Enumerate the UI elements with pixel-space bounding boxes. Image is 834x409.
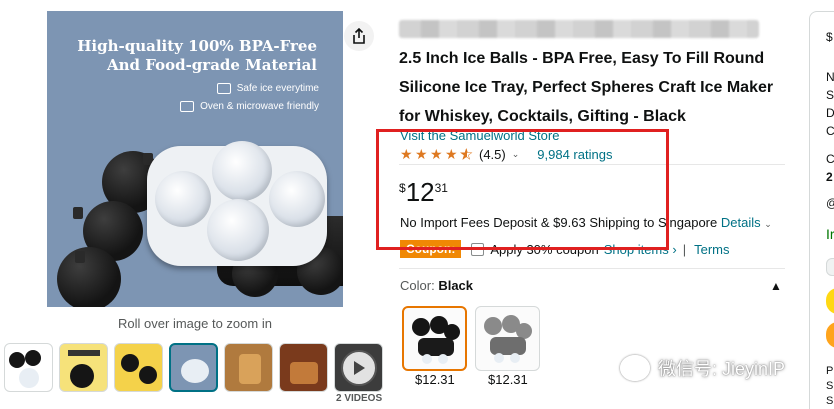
swatch-tray <box>418 338 454 356</box>
thumb-glass <box>239 354 261 384</box>
thumb-ice <box>19 368 39 388</box>
buybox-text: N <box>826 70 834 84</box>
color-value: Black <box>438 278 474 293</box>
watermark: 微信号: JieyinIP <box>620 355 785 381</box>
divider-text: | <box>682 241 687 257</box>
buybox-text: C <box>826 152 834 166</box>
thumbnail-6[interactable] <box>279 343 328 392</box>
videos-count-label: 2 VIDEOS <box>336 393 383 404</box>
color-swatch-black[interactable] <box>402 306 467 371</box>
watermark-text: 微信号: JieyinIP <box>658 359 786 379</box>
buybox-text: $ <box>826 30 833 44</box>
chevron-up-icon[interactable]: ▲ <box>770 279 782 293</box>
buybox-text: P <box>826 365 834 377</box>
thumb-ice <box>181 359 209 383</box>
play-icon <box>354 361 365 375</box>
buybox-text: S <box>826 88 834 102</box>
thumbnail-strip <box>4 343 383 392</box>
color-selector-label: Color: Black <box>400 278 473 293</box>
clear-ice-sphere <box>155 171 211 227</box>
buybox-text: D <box>826 106 834 120</box>
hero-feature-safe: Safe ice everytime <box>216 83 319 94</box>
share-icon <box>353 28 365 44</box>
wechat-icon <box>620 355 650 381</box>
hero-headline-line1: High-quality 100% BPA-Free <box>77 37 317 55</box>
thumbnail-3[interactable] <box>114 343 163 392</box>
main-product-image[interactable]: High-quality 100% BPA-Free And Food-grad… <box>47 11 343 307</box>
buybox-text: C <box>826 124 834 138</box>
color-label: Color: <box>400 278 435 293</box>
hero-feature-label: Oven & microwave friendly <box>200 101 319 112</box>
swatch-ice <box>438 354 448 364</box>
hero-headline: High-quality 100% BPA-Free And Food-grad… <box>47 37 317 75</box>
thumbnail-2[interactable] <box>59 343 108 392</box>
buybox-text: S <box>826 395 834 407</box>
swatch-ball <box>412 318 430 336</box>
terms-link[interactable]: Terms <box>694 242 729 257</box>
wine-glass-icon <box>216 83 231 94</box>
thumbnail-1[interactable] <box>4 343 53 392</box>
thumb-ball <box>121 354 139 372</box>
hero-feature-oven: Oven & microwave friendly <box>180 101 319 112</box>
clear-ice-sphere <box>212 141 272 201</box>
blurred-brand-line <box>399 20 759 38</box>
swatch-price: $12.31 <box>415 372 455 387</box>
quantity-dropdown[interactable] <box>826 258 834 276</box>
swatch-ice <box>510 353 520 363</box>
swatch-ice <box>422 354 432 364</box>
product-title: 2.5 Inch Ice Balls - BPA Free, Easy To F… <box>399 50 774 125</box>
ball-cap <box>75 251 85 263</box>
thumb-ball <box>25 350 41 366</box>
hero-feature-label: Safe ice everytime <box>236 83 319 94</box>
video-thumbnail[interactable] <box>334 343 383 392</box>
black-ice-ball <box>57 247 121 307</box>
thumb-ball <box>70 364 94 388</box>
ball-cap <box>73 207 83 219</box>
thumb-glass <box>290 362 318 384</box>
thumbnail-4-selected[interactable] <box>169 343 218 392</box>
thumb-text-bar <box>68 350 100 356</box>
play-button[interactable] <box>341 350 377 386</box>
red-highlight-box <box>376 129 669 250</box>
microwave-icon <box>180 101 195 112</box>
divider <box>399 268 785 269</box>
buybox-text: 2 <box>826 170 833 184</box>
color-swatch-grey[interactable] <box>475 306 540 371</box>
buybox-text: S <box>826 380 834 392</box>
clear-ice-sphere <box>269 171 325 227</box>
details-link[interactable]: Details <box>721 215 761 230</box>
chevron-down-icon[interactable]: ⌄ <box>764 219 772 229</box>
buybox-text: Ir <box>826 226 834 242</box>
share-button[interactable] <box>344 21 374 51</box>
swatch-ball <box>484 317 502 335</box>
clear-ice-sphere <box>207 199 269 261</box>
location-icon[interactable]: @ <box>826 196 834 210</box>
swatch-price: $12.31 <box>488 372 528 387</box>
swatch-tray <box>490 337 526 355</box>
swatch-ice <box>494 353 504 363</box>
thumb-ball <box>9 352 25 368</box>
thumbnail-5[interactable] <box>224 343 273 392</box>
zoom-hint: Roll over image to zoom in <box>118 316 272 331</box>
hero-headline-line2: And Food-grade Material <box>107 56 317 74</box>
thumb-ball <box>139 366 157 384</box>
